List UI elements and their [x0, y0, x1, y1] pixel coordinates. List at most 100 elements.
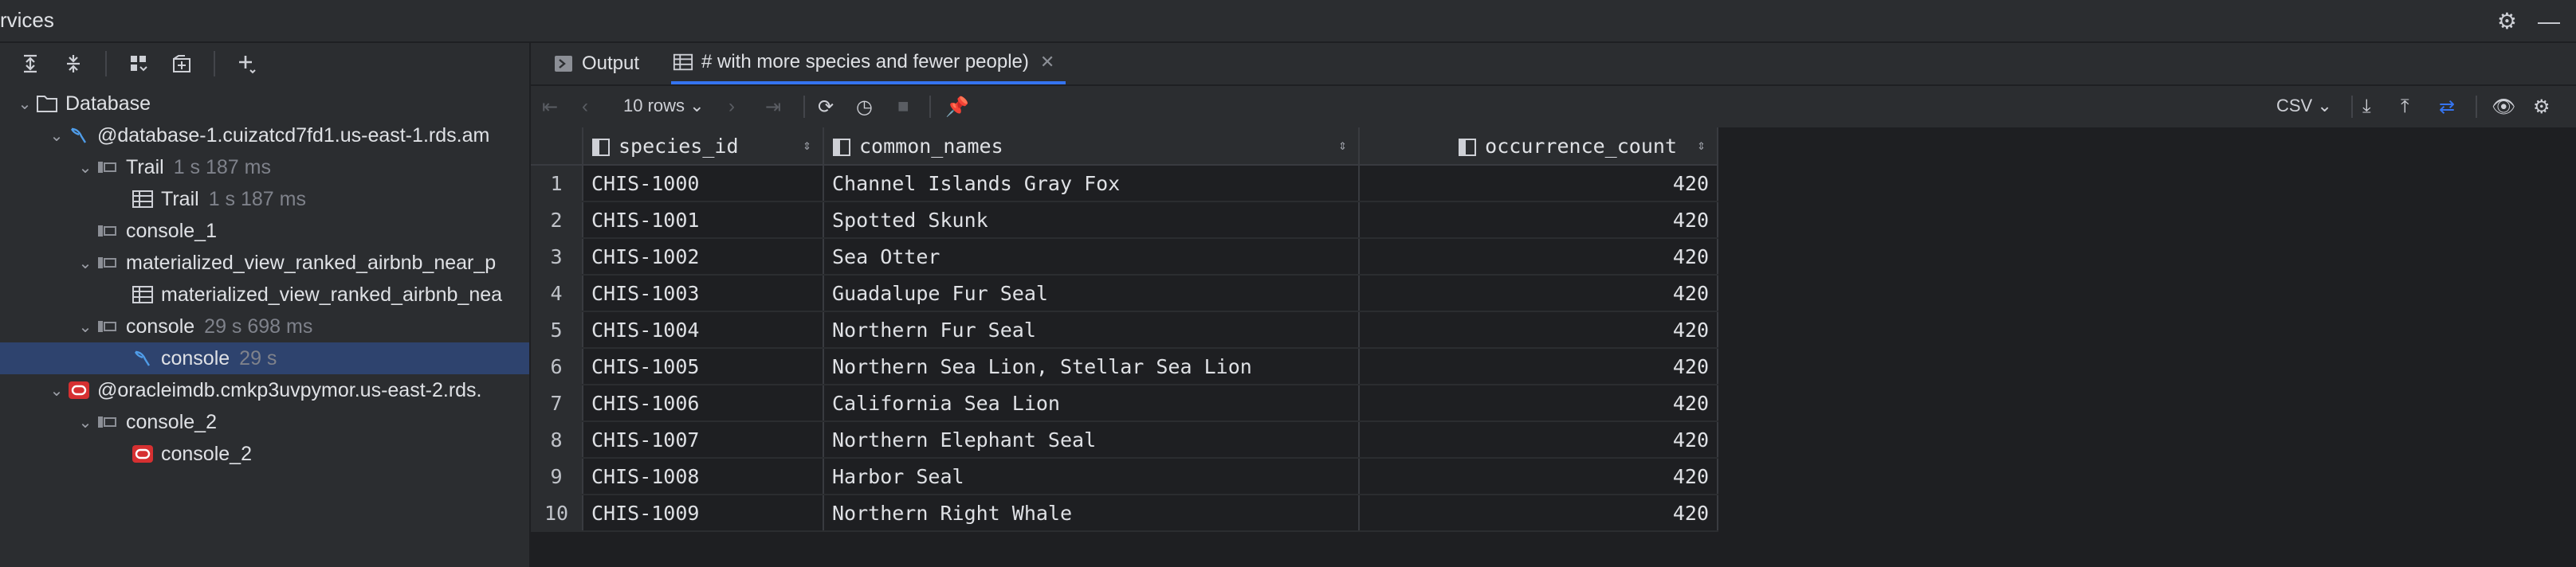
tree-item-database[interactable]: ⌄ Database — [0, 88, 529, 119]
chevron-down-icon[interactable]: ⌄ — [75, 413, 96, 432]
table-row[interactable]: 3 CHIS-1002 Sea Otter 420 — [531, 238, 1718, 276]
cell-species-id[interactable]: CHIS-1002 — [583, 238, 824, 276]
chevron-down-icon[interactable]: ⌄ — [46, 126, 67, 146]
tree-item-trail-session[interactable]: ⌄ Trail 1 s 187 ms — [0, 151, 529, 183]
column-header-common-names[interactable]: common_names ⇕ — [823, 127, 1360, 166]
collapse-all-icon[interactable] — [59, 49, 88, 78]
refresh-icon[interactable]: ⟳ — [818, 96, 834, 119]
last-page-icon[interactable]: ⇥ — [765, 96, 781, 119]
tree-item-console-2[interactable]: console_2 — [0, 438, 529, 470]
column-icon — [1458, 138, 1477, 157]
cell-common-names[interactable]: Channel Islands Gray Fox — [823, 165, 1360, 202]
cell-occurrence-count[interactable]: 420 — [1359, 458, 1718, 495]
cell-occurrence-count[interactable]: 420 — [1359, 165, 1718, 202]
chevron-down-icon[interactable]: ⌄ — [75, 158, 96, 178]
minimize-icon[interactable]: — — [2538, 9, 2560, 34]
sort-icon[interactable]: ⇕ — [1697, 137, 1706, 154]
upload-icon[interactable]: ⤒ — [2401, 96, 2409, 118]
tree-item-label: materialized_view_ranked_airbnb_nea — [161, 283, 503, 306]
stop-icon[interactable]: ■ — [897, 96, 909, 118]
compare-icon[interactable]: ⇄ — [2439, 96, 2455, 119]
chevron-down-icon[interactable]: ⌄ — [75, 253, 96, 273]
history-clock-icon[interactable]: ◷ — [856, 96, 873, 119]
row-number: 9 — [531, 458, 583, 495]
tree-item-trail-table[interactable]: Trail 1 s 187 ms — [0, 183, 529, 215]
tree-item-datasource-1[interactable]: ⌄ @database-1.cuizatcd7fd1.us-east-1.rds… — [0, 119, 529, 151]
cell-species-id[interactable]: CHIS-1001 — [583, 201, 824, 239]
cell-common-names[interactable]: Northern Right Whale — [823, 495, 1360, 532]
grid-header-row: species_id ⇕ common_names ⇕ occurrence_c… — [531, 127, 1718, 166]
group-by-icon[interactable] — [124, 49, 153, 78]
tree-item-console-1[interactable]: console_1 — [0, 215, 529, 247]
download-icon[interactable]: ⤓ — [2362, 96, 2371, 118]
cell-common-names[interactable]: Sea Otter — [823, 238, 1360, 276]
cell-species-id[interactable]: CHIS-1000 — [583, 165, 824, 202]
first-page-icon[interactable]: ⇤ — [542, 96, 558, 119]
tree-item-materialized-view-session[interactable]: ⌄ materialized_view_ranked_airbnb_near_p — [0, 247, 529, 279]
column-icon — [591, 138, 611, 157]
cell-species-id[interactable]: CHIS-1004 — [583, 311, 824, 349]
table-row[interactable]: 10 CHIS-1009 Northern Right Whale 420 — [531, 495, 1718, 532]
pin-icon[interactable]: 📌 — [945, 96, 969, 119]
cell-species-id[interactable]: CHIS-1005 — [583, 348, 824, 385]
cell-common-names[interactable]: California Sea Lion — [823, 385, 1360, 422]
cell-occurrence-count[interactable]: 420 — [1359, 275, 1718, 312]
table-row[interactable]: 2 CHIS-1001 Spotted Skunk 420 — [531, 201, 1718, 239]
chevron-down-icon[interactable]: ⌄ — [14, 94, 35, 114]
settings-gear-icon[interactable]: ⚙ — [2497, 8, 2517, 34]
cell-occurrence-count[interactable]: 420 — [1359, 495, 1718, 532]
cell-species-id[interactable]: CHIS-1008 — [583, 458, 824, 495]
cell-occurrence-count[interactable]: 420 — [1359, 385, 1718, 422]
tree-item-label: Database — [65, 92, 151, 115]
tree-item-materialized-view-table[interactable]: materialized_view_ranked_airbnb_nea — [0, 279, 529, 311]
add-service-icon[interactable] — [233, 49, 261, 78]
cell-common-names[interactable]: Guadalupe Fur Seal — [823, 275, 1360, 312]
new-group-icon[interactable] — [167, 49, 196, 78]
table-row[interactable]: 6 CHIS-1005 Northern Sea Lion, Stellar S… — [531, 348, 1718, 385]
tree-item-console-selected[interactable]: console 29 s — [0, 342, 529, 374]
expand-all-icon[interactable] — [16, 49, 45, 78]
tree-item-console-session[interactable]: ⌄ console 29 s 698 ms — [0, 311, 529, 342]
rows-count-selector[interactable]: 10 rows ⌄ — [623, 96, 705, 116]
cell-occurrence-count[interactable]: 420 — [1359, 201, 1718, 239]
chevron-down-icon[interactable]: ⌄ — [75, 317, 96, 337]
tab-output[interactable]: Output — [552, 43, 639, 84]
cell-occurrence-count[interactable]: 420 — [1359, 311, 1718, 349]
sort-icon[interactable]: ⇕ — [1338, 137, 1347, 154]
view-eye-icon[interactable]: 👁 — [2492, 96, 2515, 119]
cell-species-id[interactable]: CHIS-1006 — [583, 385, 824, 422]
cell-species-id[interactable]: CHIS-1003 — [583, 275, 824, 312]
chevron-down-icon[interactable]: ⌄ — [46, 381, 67, 401]
cell-species-id[interactable]: CHIS-1007 — [583, 421, 824, 459]
table-row[interactable]: 1 CHIS-1000 Channel Islands Gray Fox 420 — [531, 165, 1718, 202]
cell-common-names[interactable]: Northern Sea Lion, Stellar Sea Lion — [823, 348, 1360, 385]
cell-occurrence-count[interactable]: 420 — [1359, 348, 1718, 385]
tab-result[interactable]: # with more species and fewer people) ✕ — [671, 43, 1066, 84]
cell-occurrence-count[interactable]: 420 — [1359, 421, 1718, 459]
previous-page-icon[interactable]: ‹ — [582, 96, 588, 118]
table-row[interactable]: 7 CHIS-1006 California Sea Lion 420 — [531, 385, 1718, 422]
tree-item-console-2-session[interactable]: ⌄ console_2 — [0, 406, 529, 438]
cell-common-names[interactable]: Northern Fur Seal — [823, 311, 1360, 349]
export-format-selector[interactable]: CSV ⌄ — [2276, 96, 2332, 116]
settings-gear-icon[interactable]: ⚙ — [2533, 96, 2550, 119]
tree-item-label: materialized_view_ranked_airbnb_near_p — [126, 251, 497, 274]
folder-icon — [35, 92, 59, 115]
cell-common-names[interactable]: Northern Elephant Seal — [823, 421, 1360, 459]
services-tree-panel: ⌄ Database ⌄ @database-1.cuizatcd7fd1.us… — [0, 43, 531, 567]
next-page-icon[interactable]: › — [728, 96, 735, 118]
table-row[interactable]: 5 CHIS-1004 Northern Fur Seal 420 — [531, 311, 1718, 349]
column-header-occurrence-count[interactable]: occurrence_count ⇕ — [1359, 127, 1718, 166]
cell-occurrence-count[interactable]: 420 — [1359, 238, 1718, 276]
table-row[interactable]: 9 CHIS-1008 Harbor Seal 420 — [531, 458, 1718, 495]
cell-common-names[interactable]: Harbor Seal — [823, 458, 1360, 495]
row-number-header — [531, 127, 583, 166]
sort-icon[interactable]: ⇕ — [803, 137, 811, 154]
column-header-species-id[interactable]: species_id ⇕ — [583, 127, 824, 166]
cell-common-names[interactable]: Spotted Skunk — [823, 201, 1360, 239]
close-icon[interactable]: ✕ — [1040, 52, 1054, 72]
table-row[interactable]: 4 CHIS-1003 Guadalupe Fur Seal 420 — [531, 275, 1718, 312]
cell-species-id[interactable]: CHIS-1009 — [583, 495, 824, 532]
table-row[interactable]: 8 CHIS-1007 Northern Elephant Seal 420 — [531, 421, 1718, 459]
tree-item-datasource-oracle[interactable]: ⌄ @oracleimdb.cmkp3uvpymor.us-east-2.rds… — [0, 374, 529, 406]
